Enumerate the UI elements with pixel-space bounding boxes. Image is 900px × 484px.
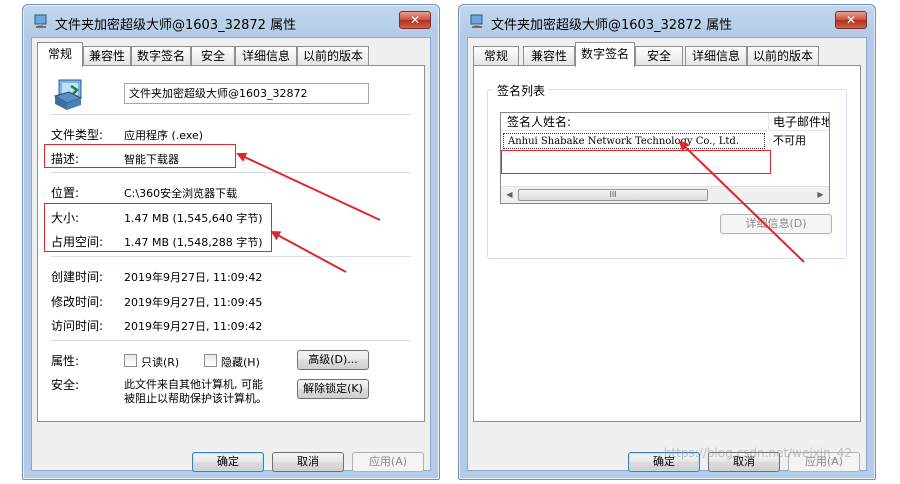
hidden-checkbox[interactable] [204,354,217,367]
file-type-value: 应用程序 (.exe) [124,129,204,142]
tab-compatibility[interactable]: 兼容性 [83,46,131,66]
properties-window-digital-signatures: 文件夹加密超级大师@1603_32872 属性 ✕ 常规 兼容性 数字签名 安全… [458,4,876,480]
signature-list-label: 签名列表 [494,82,549,99]
general-tab-panel: 文件夹加密超级大师@1603_32872 文件类型: 应用程序 (.exe) 描… [37,65,425,422]
column-header-signer[interactable]: 签名人姓名: [501,113,769,131]
close-button[interactable]: ✕ [399,11,431,29]
signature-list-group: 签名列表 签名人姓名: 电子邮件地 Anhui Shabake Network … [487,82,847,259]
properties-window-general: 文件夹加密超级大师@1603_32872 属性 ✕ 常规 兼容性 数字签名 安全… [22,4,440,480]
modified-label: 修改时间: [51,295,104,309]
column-header-email[interactable]: 电子邮件地 [769,113,829,131]
location-value: C:\360安全浏览器下载 [124,187,238,200]
attributes-label: 属性: [51,354,80,368]
window-client-area: 常规 兼容性 数字签名 安全 详细信息 以前的版本 签名列表 签名人姓名: 电子… [467,37,867,472]
tab-details[interactable]: 详细信息 [235,46,297,66]
tab-strip: 常规 兼容性 数字签名 安全 详细信息 以前的版本 [473,42,861,67]
security-warning-line2: 被阻止以帮助保护该计算机。 [124,392,267,405]
separator [51,340,411,341]
tab-security[interactable]: 安全 [635,46,683,66]
created-value: 2019年9月27日, 11:09:42 [124,271,263,284]
tab-digital-signatures[interactable]: 数字签名 [131,46,191,66]
annotation-box-size [44,203,272,252]
tab-details[interactable]: 详细信息 [685,46,747,66]
cancel-button[interactable]: 取消 [272,452,344,472]
app-icon [470,14,483,28]
tab-previous-versions[interactable]: 以前的版本 [747,46,819,66]
tab-digital-signatures[interactable]: 数字签名 [575,42,635,67]
horizontal-scrollbar[interactable]: ◀ III ▶ [501,186,829,203]
watermark: https://blog.csdn.net/weixin_42 [663,446,852,460]
tab-general[interactable]: 常规 [37,42,83,67]
tab-general[interactable]: 常规 [473,46,519,66]
tab-compatibility[interactable]: 兼容性 [523,46,575,66]
table-row-signer[interactable]: Anhui Shabake Network Technology Co., Lt… [503,133,765,149]
installer-file-icon [53,79,83,110]
separator [51,114,411,115]
accessed-value: 2019年9月27日, 11:09:42 [124,320,263,333]
window-client-area: 常规 兼容性 数字签名 安全 详细信息 以前的版本 文件夹加密超级大师@1603… [31,37,431,472]
table-row-email[interactable]: 不可用 [769,133,829,149]
scroll-left-icon[interactable]: ◀ [501,187,518,203]
tab-previous-versions[interactable]: 以前的版本 [297,46,369,66]
location-label: 位置: [51,186,80,200]
file-type-label: 文件类型: [51,128,104,142]
unblock-button[interactable]: 解除锁定(K) [297,379,369,399]
annotation-box-description [44,144,236,168]
details-button[interactable]: 详细信息(D) [720,214,832,234]
annotation-box-signer [501,150,771,174]
readonly-checkbox-label[interactable]: 只读(R) [141,354,179,370]
title-bar[interactable]: 文件夹加密超级大师@1603_32872 属性 ✕ [23,5,439,37]
readonly-checkbox[interactable] [124,354,137,367]
apply-button[interactable]: 应用(A) [352,452,424,472]
tab-security[interactable]: 安全 [191,46,235,66]
hidden-checkbox-label[interactable]: 隐藏(H) [221,354,260,370]
ok-button[interactable]: 确定 [192,452,264,472]
file-name-field[interactable]: 文件夹加密超级大师@1603_32872 [124,83,369,104]
tab-strip: 常规 兼容性 数字签名 安全 详细信息 以前的版本 [37,42,425,67]
window-title: 文件夹加密超级大师@1603_32872 属性 [491,18,733,33]
app-icon [34,14,47,28]
window-title: 文件夹加密超级大师@1603_32872 属性 [55,18,297,33]
separator [51,256,411,257]
modified-value: 2019年9月27日, 11:09:45 [124,296,263,309]
title-bar[interactable]: 文件夹加密超级大师@1603_32872 属性 ✕ [459,5,875,37]
scroll-right-icon[interactable]: ▶ [812,187,829,203]
scroll-thumb[interactable]: III [518,189,708,201]
advanced-button[interactable]: 高级(D)... [297,350,369,370]
created-label: 创建时间: [51,270,104,284]
accessed-label: 访问时间: [51,319,104,333]
security-label: 安全: [51,378,80,392]
digital-signatures-tab-panel: 签名列表 签名人姓名: 电子邮件地 Anhui Shabake Network … [473,65,861,422]
close-button[interactable]: ✕ [835,11,867,29]
separator [51,172,411,173]
